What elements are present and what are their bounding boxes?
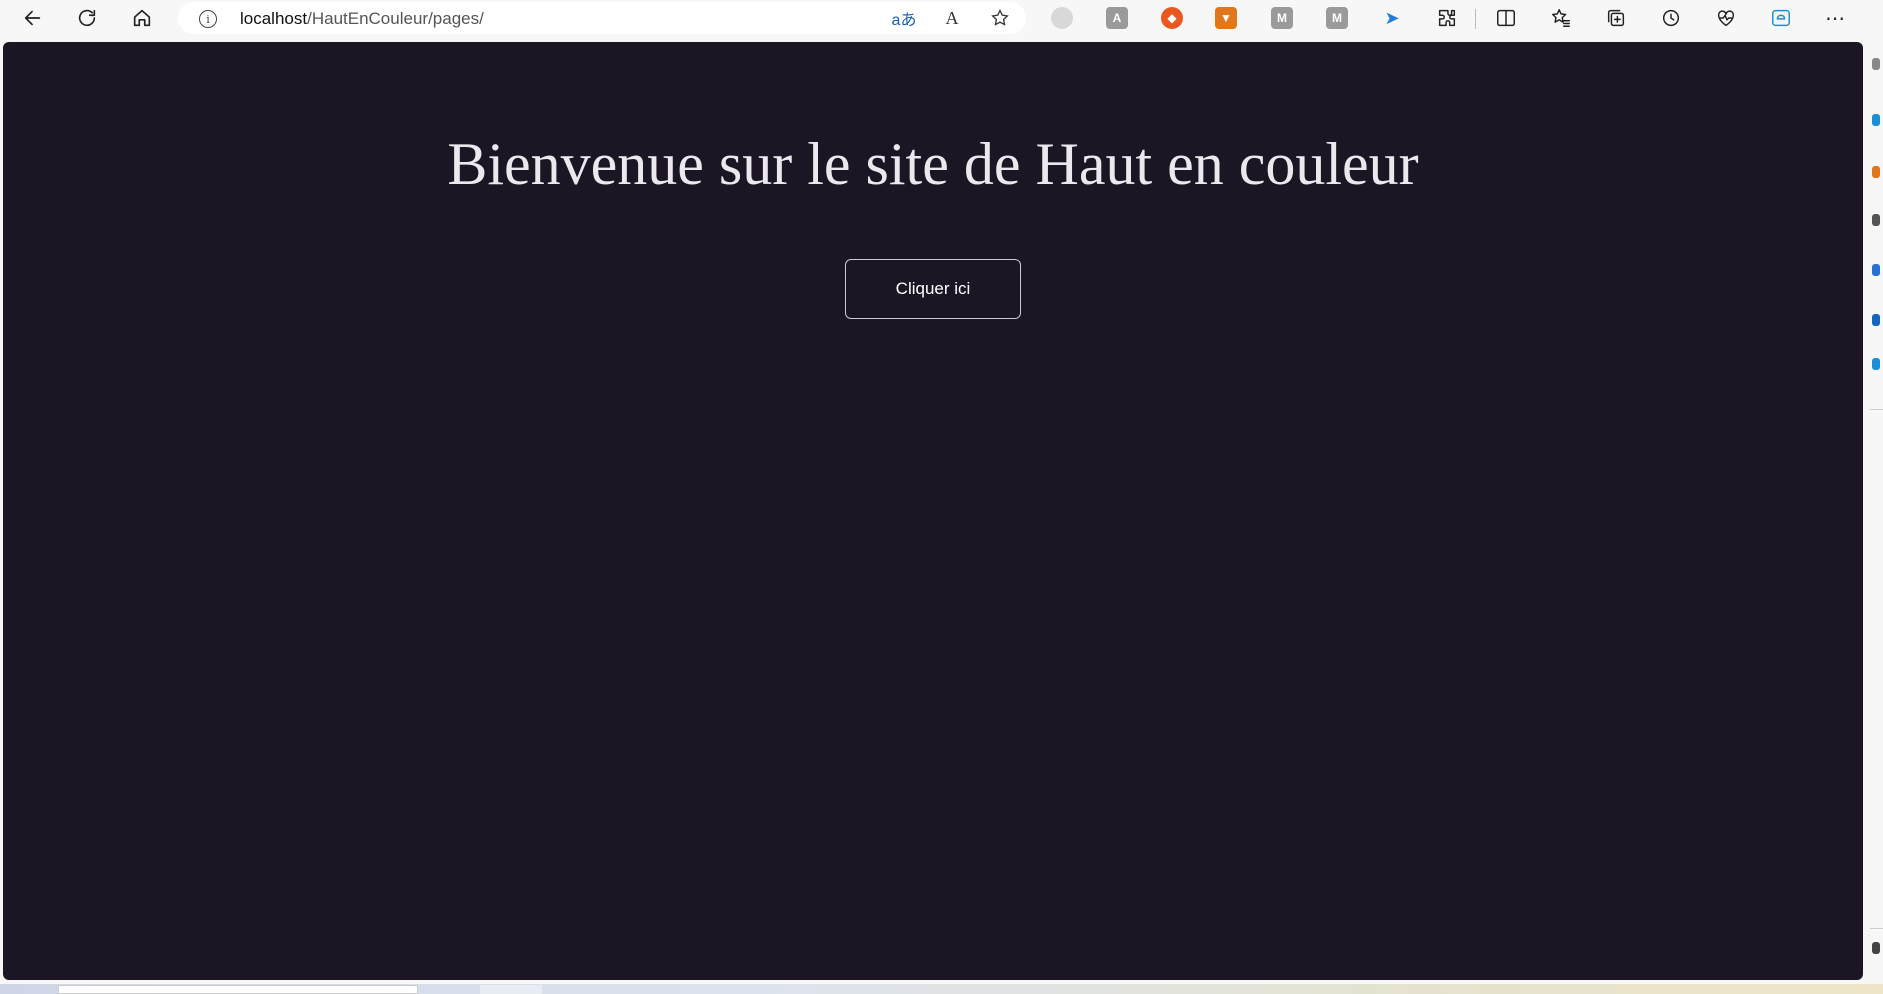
ext-m-icon[interactable]: M xyxy=(1271,7,1293,29)
ext-fox-icon[interactable]: ▼ xyxy=(1215,7,1237,29)
sidebar-app-icon[interactable] xyxy=(1872,264,1880,276)
url-text[interactable]: localhost/HautEnCouleur/pages/ xyxy=(240,9,484,29)
refresh-icon xyxy=(78,9,96,27)
more-menu-icon[interactable]: ⋯ xyxy=(1822,6,1848,30)
collections-icon[interactable] xyxy=(1603,6,1629,30)
ext-m-icon-2[interactable]: M xyxy=(1326,7,1348,29)
taskbar-item[interactable] xyxy=(480,985,542,994)
favorites-icon[interactable] xyxy=(1548,6,1574,30)
page-viewport: Bienvenue sur le site de Haut en couleur… xyxy=(3,42,1863,980)
page-title: Bienvenue sur le site de Haut en couleur xyxy=(447,131,1419,197)
url-host: localhost xyxy=(240,9,308,28)
sidebar-search-icon[interactable] xyxy=(1872,58,1880,70)
ext-font-icon[interactable]: A xyxy=(1106,7,1128,29)
sidebar-app-icon[interactable] xyxy=(1872,114,1880,126)
edge-sidebar xyxy=(1866,36,1883,984)
url-path: /HautEnCouleur/pages/ xyxy=(307,9,484,28)
back-button[interactable] xyxy=(16,4,50,32)
home-button[interactable] xyxy=(125,4,159,32)
home-icon xyxy=(133,9,151,27)
ext-orange-icon[interactable]: ◆ xyxy=(1161,7,1183,29)
ext-blue-icon[interactable]: ➤ xyxy=(1381,7,1403,29)
sidebar-app-icon[interactable] xyxy=(1872,166,1880,178)
sidebar-settings-icon[interactable] xyxy=(1872,942,1880,954)
translate-icon[interactable]: aあ xyxy=(890,6,918,30)
site-info-icon[interactable]: i xyxy=(199,10,217,28)
address-bar[interactable]: i localhost/HautEnCouleur/pages/ aあ A xyxy=(178,2,1026,34)
history-icon[interactable] xyxy=(1658,6,1684,30)
back-arrow-icon xyxy=(24,10,41,26)
read-aloud-icon[interactable]: A xyxy=(938,6,966,30)
split-screen-icon[interactable] xyxy=(1493,6,1519,30)
sidebar-divider xyxy=(1870,409,1883,410)
browser-toolbar: i localhost/HautEnCouleur/pages/ aあ A A … xyxy=(0,0,1883,36)
sidebar-app-icon[interactable] xyxy=(1872,314,1880,326)
ext-grey-circle-icon[interactable] xyxy=(1051,7,1073,29)
taskbar-window-preview[interactable] xyxy=(58,985,418,994)
cliquer-ici-button[interactable]: Cliquer ici xyxy=(845,259,1021,319)
toolbar-separator xyxy=(1475,9,1476,29)
sidebar-app-icon[interactable] xyxy=(1872,214,1880,226)
sidebar-divider xyxy=(1870,928,1883,929)
edge-copilot-icon[interactable] xyxy=(1768,6,1794,30)
extensions-puzzle-icon[interactable] xyxy=(1434,6,1460,30)
sidebar-app-icon[interactable] xyxy=(1872,358,1880,370)
refresh-button[interactable] xyxy=(70,4,104,32)
performance-heart-icon[interactable] xyxy=(1713,6,1739,30)
favorite-star-icon[interactable] xyxy=(986,6,1014,30)
